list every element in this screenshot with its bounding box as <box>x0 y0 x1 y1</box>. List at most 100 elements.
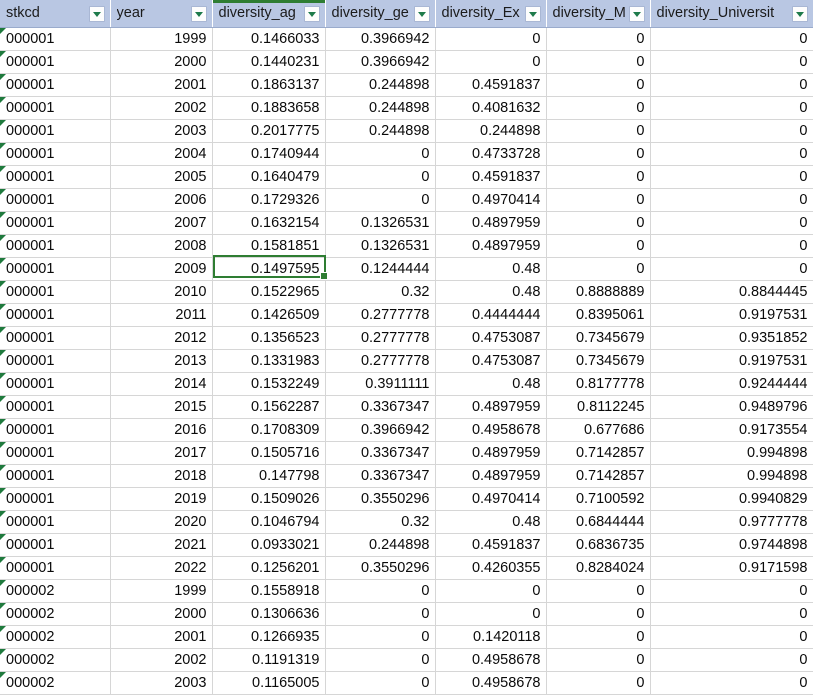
cell-stkcd[interactable]: 000001 <box>0 372 111 396</box>
cell-year[interactable]: 2012 <box>110 326 213 350</box>
cell-year[interactable]: 2001 <box>110 73 213 97</box>
cell-diversity_M[interactable]: 0 <box>546 188 651 212</box>
column-header-diversity_Ex[interactable]: diversity_Ex <box>435 0 547 28</box>
cell-diversity_Universit[interactable]: 0.9744898 <box>650 533 813 557</box>
cell-diversity_Ex[interactable]: 0.244898 <box>435 119 547 143</box>
cell-diversity_M[interactable]: 0.677686 <box>546 418 651 442</box>
cell-diversity_ag[interactable]: 0.1331983 <box>212 349 326 373</box>
cell-diversity_ge[interactable]: 0 <box>325 188 436 212</box>
cell-diversity_M[interactable]: 0 <box>546 234 651 258</box>
cell-diversity_M[interactable]: 0 <box>546 671 651 695</box>
cell-year[interactable]: 2015 <box>110 395 213 419</box>
cell-diversity_ag[interactable]: 0.1426509 <box>212 303 326 327</box>
cell-diversity_Universit[interactable]: 0 <box>650 234 813 258</box>
cell-diversity_ag[interactable]: 0.1165005 <box>212 671 326 695</box>
table-row[interactable]: 000001 2007 0.1632154 0.1326531 0.4897959 0 0 <box>0 211 813 235</box>
cell-year[interactable]: 2013 <box>110 349 213 373</box>
table-row[interactable]: 000001 2009 0.1497595 0.1244444 0.48 0 0 <box>0 257 813 281</box>
cell-stkcd[interactable]: 000001 <box>0 349 111 373</box>
cell-diversity_ag[interactable]: 0.1640479 <box>212 165 326 189</box>
table-row[interactable]: 000001 2017 0.1505716 0.3367347 0.4897959 0.7… <box>0 441 813 465</box>
table-row[interactable]: 000001 2020 0.1046794 0.32 0.48 0.6844444 0.97… <box>0 510 813 534</box>
table-row[interactable]: 000001 2011 0.1426509 0.2777778 0.4444444 0.8… <box>0 303 813 327</box>
filter-dropdown-icon-diversity_M[interactable] <box>628 5 645 22</box>
cell-diversity_Ex[interactable]: 0.48 <box>435 372 547 396</box>
table-row[interactable]: 000001 1999 0.1466033 0.3966942 0 0 0 <box>0 27 813 51</box>
cell-year[interactable]: 2021 <box>110 533 213 557</box>
cell-diversity_ag[interactable]: 0.1440231 <box>212 50 326 74</box>
cell-diversity_M[interactable]: 0.8284024 <box>546 556 651 580</box>
column-header-diversity_M[interactable]: diversity_M <box>546 0 651 28</box>
cell-diversity_ge[interactable]: 0 <box>325 602 436 626</box>
cell-stkcd[interactable]: 000001 <box>0 165 111 189</box>
cell-diversity_M[interactable]: 0.8177778 <box>546 372 651 396</box>
cell-diversity_Universit[interactable]: 0 <box>650 211 813 235</box>
cell-diversity_Ex[interactable]: 0.4444444 <box>435 303 547 327</box>
cell-diversity_Universit[interactable]: 0 <box>650 257 813 281</box>
cell-stkcd[interactable]: 000001 <box>0 50 111 74</box>
cell-diversity_ge[interactable]: 0.2777778 <box>325 326 436 350</box>
cell-stkcd[interactable]: 000002 <box>0 648 111 672</box>
table-row[interactable]: 000001 2022 0.1256201 0.3550296 0.4260355 0.8… <box>0 556 813 580</box>
cell-year[interactable]: 2019 <box>110 487 213 511</box>
cell-diversity_ag[interactable]: 0.1708309 <box>212 418 326 442</box>
cell-diversity_ge[interactable]: 0.3966942 <box>325 50 436 74</box>
cell-diversity_ag[interactable]: 0.1632154 <box>212 211 326 235</box>
cell-diversity_Ex[interactable]: 0.4958678 <box>435 648 547 672</box>
cell-year[interactable]: 2017 <box>110 441 213 465</box>
cell-diversity_M[interactable]: 0.6836735 <box>546 533 651 557</box>
cell-diversity_ge[interactable]: 0 <box>325 648 436 672</box>
cell-diversity_ge[interactable]: 0 <box>325 579 436 603</box>
cell-stkcd[interactable]: 000002 <box>0 625 111 649</box>
cell-year[interactable]: 2020 <box>110 510 213 534</box>
cell-diversity_Ex[interactable]: 0.4081632 <box>435 96 547 120</box>
cell-diversity_Ex[interactable]: 0 <box>435 50 547 74</box>
cell-year[interactable]: 2010 <box>110 280 213 304</box>
cell-diversity_Ex[interactable]: 0 <box>435 27 547 51</box>
cell-diversity_ge[interactable]: 0.2777778 <box>325 303 436 327</box>
cell-stkcd[interactable]: 000001 <box>0 464 111 488</box>
cell-diversity_ag[interactable]: 0.1740944 <box>212 142 326 166</box>
cell-diversity_Universit[interactable]: 0.9940829 <box>650 487 813 511</box>
cell-diversity_ag[interactable]: 0.1562287 <box>212 395 326 419</box>
filter-dropdown-icon-diversity_Ex[interactable] <box>524 5 541 22</box>
cell-diversity_ge[interactable]: 0.1326531 <box>325 211 436 235</box>
table-row[interactable]: 000001 2002 0.1883658 0.244898 0.4081632 0 0 <box>0 96 813 120</box>
cell-diversity_Universit[interactable]: 0 <box>650 27 813 51</box>
cell-diversity_M[interactable]: 0.7100592 <box>546 487 651 511</box>
cell-diversity_M[interactable]: 0.7142857 <box>546 441 651 465</box>
cell-diversity_ge[interactable]: 0.244898 <box>325 96 436 120</box>
cell-diversity_Ex[interactable]: 0.48 <box>435 280 547 304</box>
cell-diversity_M[interactable]: 0.8112245 <box>546 395 651 419</box>
cell-diversity_ge[interactable]: 0.3966942 <box>325 418 436 442</box>
column-header-year[interactable]: year <box>110 0 213 28</box>
cell-diversity_Universit[interactable]: 0 <box>650 142 813 166</box>
column-header-diversity_ag[interactable]: diversity_ag <box>212 0 326 28</box>
cell-diversity_Universit[interactable]: 0.994898 <box>650 441 813 465</box>
cell-diversity_ag[interactable]: 0.1191319 <box>212 648 326 672</box>
filter-dropdown-icon-diversity_ge[interactable] <box>413 5 430 22</box>
cell-diversity_Universit[interactable]: 0.8844445 <box>650 280 813 304</box>
cell-stkcd[interactable]: 000001 <box>0 188 111 212</box>
table-row[interactable]: 000001 2003 0.2017775 0.244898 0.244898 0 0 <box>0 119 813 143</box>
cell-diversity_ge[interactable]: 0.1244444 <box>325 257 436 281</box>
table-row[interactable]: 000001 2018 0.147798 0.3367347 0.4897959 0.71… <box>0 464 813 488</box>
cell-diversity_ge[interactable]: 0.3911111 <box>325 372 436 396</box>
cell-diversity_M[interactable]: 0 <box>546 27 651 51</box>
table-row[interactable]: 000002 2000 0.1306636 0 0 0 0 <box>0 602 813 626</box>
cell-diversity_Universit[interactable]: 0 <box>650 73 813 97</box>
table-row[interactable]: 000001 2010 0.1522965 0.32 0.48 0.8888889 0.88… <box>0 280 813 304</box>
cell-diversity_ag[interactable]: 0.1581851 <box>212 234 326 258</box>
cell-diversity_Universit[interactable]: 0.9489796 <box>650 395 813 419</box>
cell-diversity_ge[interactable]: 0.244898 <box>325 119 436 143</box>
cell-diversity_Universit[interactable]: 0.9173554 <box>650 418 813 442</box>
cell-diversity_M[interactable]: 0.6844444 <box>546 510 651 534</box>
cell-diversity_Ex[interactable]: 0 <box>435 602 547 626</box>
cell-diversity_ag[interactable]: 0.1883658 <box>212 96 326 120</box>
cell-diversity_ag[interactable]: 0.1532249 <box>212 372 326 396</box>
cell-diversity_Ex[interactable]: 0.4970414 <box>435 487 547 511</box>
table-row[interactable]: 000001 2019 0.1509026 0.3550296 0.4970414 0.7… <box>0 487 813 511</box>
cell-diversity_M[interactable]: 0 <box>546 165 651 189</box>
table-row[interactable]: 000001 2013 0.1331983 0.2777778 0.4753087 0.7… <box>0 349 813 373</box>
cell-diversity_ge[interactable]: 0.3367347 <box>325 441 436 465</box>
